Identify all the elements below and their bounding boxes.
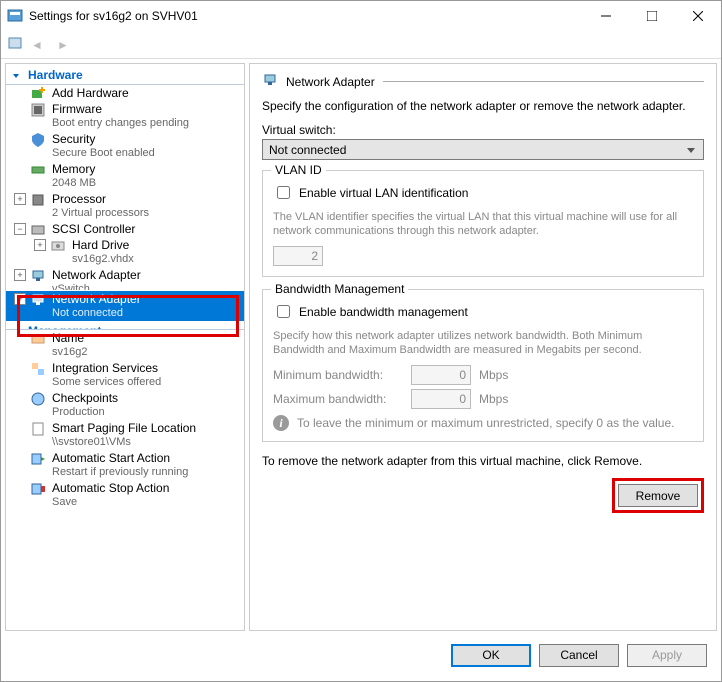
- tree-processor[interactable]: + Processor 2 Virtual processors: [6, 191, 244, 221]
- titlebar: Settings for sv16g2 on SVHV01: [1, 1, 721, 31]
- auto-stop-icon: [30, 481, 46, 497]
- auto-start-icon: [30, 451, 46, 467]
- paging-icon: [30, 421, 46, 437]
- network-adapter-icon: [262, 72, 278, 91]
- tree-smart-paging[interactable]: Smart Paging File Location \\svstore01\V…: [6, 420, 244, 450]
- expand-icon[interactable]: +: [14, 193, 26, 205]
- category-hardware[interactable]: Hardware: [6, 66, 244, 85]
- hard-drive-icon: [50, 238, 66, 254]
- integration-icon: [30, 361, 46, 377]
- apply-button[interactable]: Apply: [627, 644, 707, 667]
- info-icon: i: [273, 415, 289, 431]
- min-bandwidth-input: [411, 365, 471, 385]
- tree-add-hardware[interactable]: Add Hardware: [6, 85, 244, 101]
- tree-firmware[interactable]: Firmware Boot entry changes pending: [6, 101, 244, 131]
- vswitch-combo[interactable]: Not connected: [262, 139, 704, 160]
- cancel-button[interactable]: Cancel: [539, 644, 619, 667]
- firmware-icon: [30, 102, 46, 118]
- tree-auto-stop[interactable]: Automatic Stop Action Save: [6, 480, 244, 510]
- memory-icon: [30, 162, 46, 178]
- vlan-legend: VLAN ID: [271, 163, 326, 177]
- app-icon: [7, 8, 23, 24]
- remove-button[interactable]: Remove: [618, 484, 698, 507]
- add-hardware-icon: [30, 86, 46, 102]
- vswitch-label: Virtual switch:: [262, 123, 704, 137]
- category-management[interactable]: Management: [6, 321, 244, 330]
- expand-icon[interactable]: +: [14, 293, 26, 305]
- ok-button[interactable]: OK: [451, 644, 531, 667]
- vlan-help: The VLAN identifier specifies the virtua…: [273, 210, 693, 238]
- bandwidth-group: Bandwidth Management Enable bandwidth ma…: [262, 289, 704, 442]
- vm-settings-icon: [7, 35, 23, 54]
- tree-scsi-controller[interactable]: − SCSI Controller: [6, 221, 244, 237]
- maximize-button[interactable]: [629, 1, 675, 31]
- tree-network-adapter-2[interactable]: + Network Adapter Not connected: [6, 291, 244, 321]
- expand-icon[interactable]: +: [14, 269, 26, 281]
- expand-icon[interactable]: +: [34, 239, 46, 251]
- tree-auto-start[interactable]: Automatic Start Action Restart if previo…: [6, 450, 244, 480]
- bandwidth-info: i To leave the minimum or maximum unrest…: [273, 415, 693, 431]
- scsi-icon: [30, 222, 46, 238]
- security-icon: [30, 132, 46, 148]
- bandwidth-help: Specify how this network adapter utilize…: [273, 329, 693, 357]
- settings-tree: Hardware Add Hardware Firmware Boot entr…: [5, 63, 245, 631]
- max-bandwidth-input: [411, 389, 471, 409]
- bandwidth-legend: Bandwidth Management: [271, 282, 408, 296]
- window-title: Settings for sv16g2 on SVHV01: [29, 9, 583, 23]
- vlan-id-input: [273, 246, 323, 266]
- processor-icon: [30, 192, 46, 208]
- close-button[interactable]: [675, 1, 721, 31]
- divider: [383, 81, 704, 82]
- tree-security[interactable]: Security Secure Boot enabled: [6, 131, 244, 161]
- tree-checkpoints[interactable]: Checkpoints Production: [6, 390, 244, 420]
- nav-back-button[interactable]: ◄: [25, 34, 49, 56]
- collapse-icon[interactable]: −: [14, 223, 26, 235]
- dialog-footer: OK Cancel Apply: [1, 635, 721, 675]
- panel-title: Network Adapter: [286, 75, 375, 89]
- bandwidth-checkbox[interactable]: [277, 305, 290, 318]
- tree-integration-services[interactable]: Integration Services Some services offer…: [6, 360, 244, 390]
- max-bandwidth-row: Maximum bandwidth: Mbps: [273, 389, 693, 409]
- min-bandwidth-row: Minimum bandwidth: Mbps: [273, 365, 693, 385]
- nav-strip: ◄ ►: [1, 31, 721, 59]
- vlan-checkbox[interactable]: [277, 186, 290, 199]
- panel-description: Specify the configuration of the network…: [262, 99, 704, 113]
- tree-memory[interactable]: Memory 2048 MB: [6, 161, 244, 191]
- bandwidth-checkbox-row[interactable]: Enable bandwidth management: [273, 302, 693, 321]
- checkpoint-icon: [30, 391, 46, 407]
- network-adapter-icon: [30, 292, 46, 308]
- tree-name[interactable]: Name sv16g2: [6, 330, 244, 360]
- settings-panel: Network Adapter Specify the configuratio…: [249, 63, 717, 631]
- vlan-checkbox-row[interactable]: Enable virtual LAN identification: [273, 183, 693, 202]
- tree-network-adapter-1[interactable]: + Network Adapter vSwitch: [6, 267, 244, 291]
- highlight-annotation: Remove: [612, 478, 704, 513]
- tree-hard-drive[interactable]: + Hard Drive sv16g2.vhdx: [6, 237, 244, 267]
- remove-text: To remove the network adapter from this …: [262, 454, 704, 468]
- network-adapter-icon: [30, 268, 46, 284]
- nav-forward-button[interactable]: ►: [51, 34, 75, 56]
- vlan-group: VLAN ID Enable virtual LAN identificatio…: [262, 170, 704, 277]
- name-icon: [30, 331, 46, 347]
- minimize-button[interactable]: [583, 1, 629, 31]
